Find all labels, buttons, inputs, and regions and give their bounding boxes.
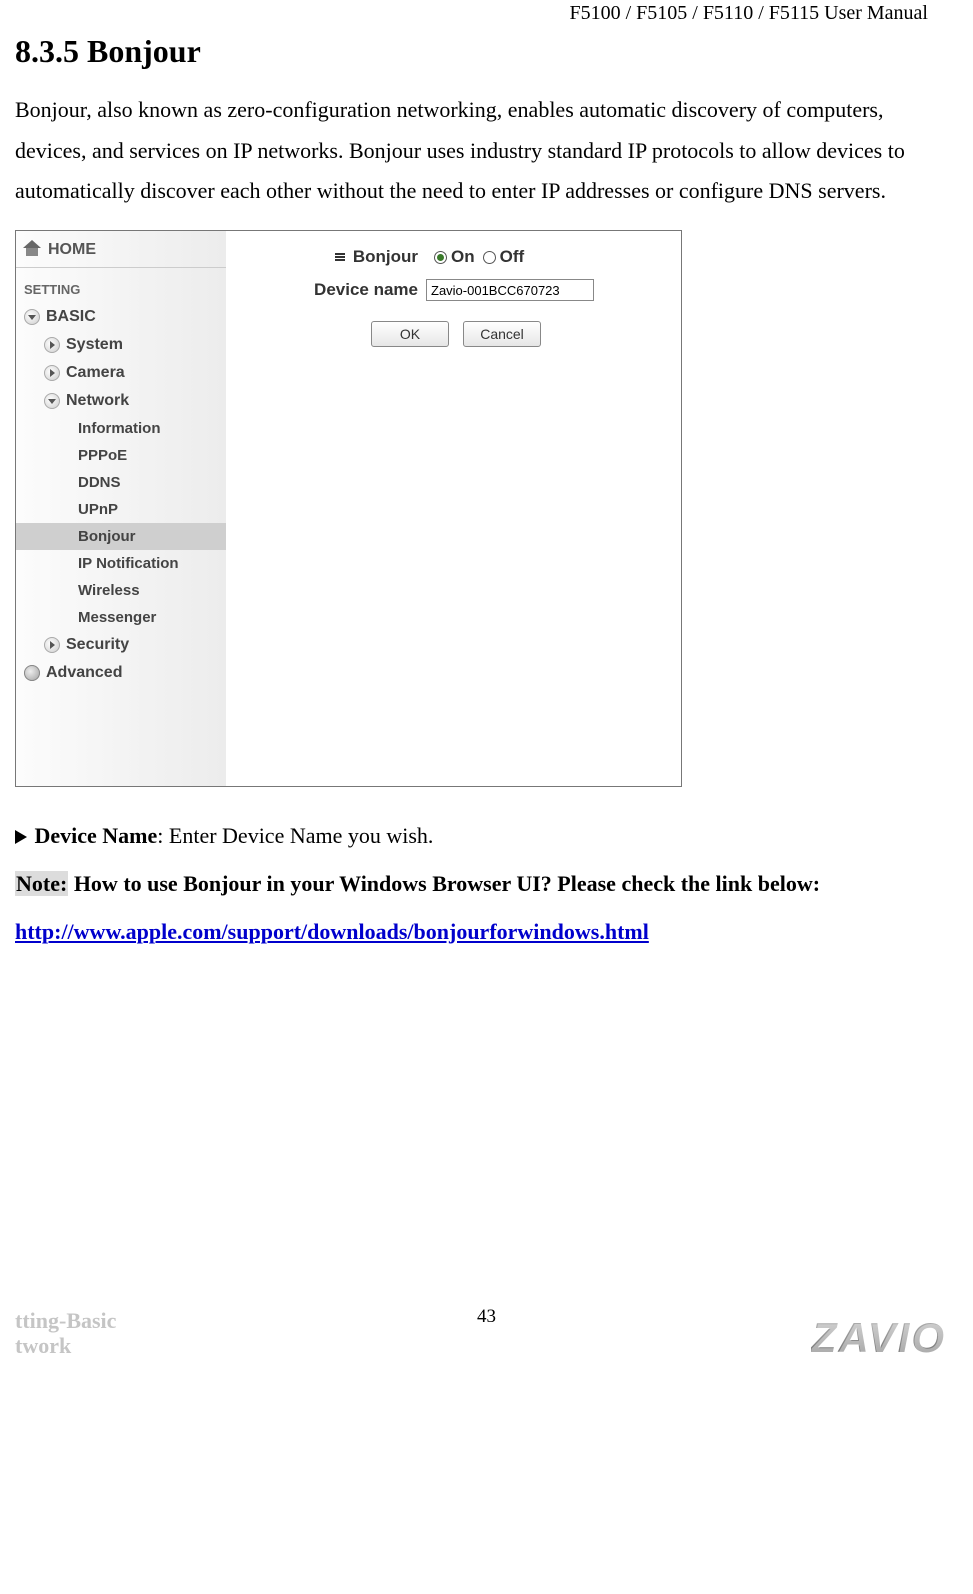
sidebar-item-pppoe[interactable]: PPPoE — [16, 442, 226, 469]
device-name-row: Device name — [236, 279, 671, 301]
sidebar-item-ddns[interactable]: DDNS — [16, 469, 226, 496]
sidebar-home[interactable]: HOME — [16, 231, 226, 268]
sidebar-item-wireless[interactable]: Wireless — [16, 577, 226, 604]
device-name-label: Device name — [314, 280, 418, 300]
note-chip: Note: — [15, 871, 68, 896]
sidebar-basic[interactable]: BASIC — [16, 303, 226, 331]
sidebar-item-ip-notification[interactable]: IP Notification — [16, 550, 226, 577]
device-name-note: Device Name: Enter Device Name you wish. — [15, 815, 958, 857]
ok-button[interactable]: OK — [371, 321, 449, 347]
home-icon — [24, 242, 42, 258]
device-name-note-bold: Device Name — [35, 823, 158, 848]
sidebar-item-label: IP Notification — [78, 555, 179, 572]
bonjour-row: Bonjour On Off — [236, 247, 671, 267]
device-name-note-rest: : Enter Device Name you wish. — [157, 823, 433, 848]
chevron-right-icon — [44, 337, 60, 353]
chevron-right-icon — [44, 365, 60, 381]
sidebar-advanced[interactable]: Advanced — [16, 659, 226, 687]
bonjour-download-link[interactable]: http://www.apple.com/support/downloads/b… — [15, 919, 649, 944]
sidebar-item-label: System — [66, 336, 123, 354]
radio-off[interactable] — [483, 251, 496, 264]
chevron-down-icon — [44, 393, 60, 409]
home-label: HOME — [48, 241, 96, 259]
note-text: How to use Bonjour in your Windows Brows… — [68, 871, 820, 896]
brand-logo: ZAVIO — [811, 1314, 946, 1362]
radio-on-label: On — [451, 247, 475, 267]
note-line: Note: How to use Bonjour in your Windows… — [15, 863, 958, 905]
manual-header: F5100 / F5105 / F5110 / F5115 User Manua… — [15, 0, 958, 25]
section-title: 8.3.5 Bonjour — [15, 33, 958, 70]
sidebar-item-label: Information — [78, 420, 161, 437]
sidebar-item-label: DDNS — [78, 474, 121, 491]
radio-on[interactable] — [434, 251, 447, 264]
bullet-icon — [15, 830, 27, 844]
sidebar-item-label: Bonjour — [78, 528, 136, 545]
sidebar-item-security[interactable]: Security — [16, 631, 226, 659]
sidebar-item-label: Security — [66, 636, 129, 654]
footer-watermark-line2: twork — [15, 1333, 116, 1358]
sidebar-item-information[interactable]: Information — [16, 415, 226, 442]
cancel-button[interactable]: Cancel — [463, 321, 541, 347]
page-footer: tting-Basic twork 43 ZAVIO — [15, 1292, 958, 1362]
main-panel: Bonjour On Off Device name OK Cancel — [226, 231, 681, 363]
sidebar-item-camera[interactable]: Camera — [16, 359, 226, 387]
sidebar-advanced-label: Advanced — [46, 664, 122, 682]
chevron-right-icon — [44, 637, 60, 653]
menu-icon — [335, 256, 345, 258]
sidebar-item-label: PPPoE — [78, 447, 127, 464]
sidebar-item-bonjour[interactable]: Bonjour — [16, 523, 226, 550]
sidebar-item-network[interactable]: Network — [16, 387, 226, 415]
sidebar-item-messenger[interactable]: Messenger — [16, 604, 226, 631]
sidebar-item-system[interactable]: System — [16, 331, 226, 359]
chevron-down-icon — [24, 309, 40, 325]
button-row: OK Cancel — [286, 321, 626, 347]
device-name-input[interactable] — [426, 279, 594, 301]
embedded-ui: HOME SETTING BASIC System Camera Network… — [15, 230, 682, 787]
sidebar-item-upnp[interactable]: UPnP — [16, 496, 226, 523]
sidebar-item-label: Wireless — [78, 582, 140, 599]
sidebar-basic-label: BASIC — [46, 308, 96, 326]
gear-icon — [24, 665, 40, 681]
sidebar-setting-header: SETTING — [16, 268, 226, 303]
radio-off-label: Off — [500, 247, 525, 267]
sidebar-item-label: Camera — [66, 364, 125, 382]
sidebar-item-label: Messenger — [78, 609, 156, 626]
sidebar: HOME SETTING BASIC System Camera Network… — [16, 231, 226, 786]
bonjour-label: Bonjour — [353, 247, 418, 267]
sidebar-item-label: UPnP — [78, 501, 118, 518]
section-intro: Bonjour, also known as zero-configuratio… — [15, 90, 958, 212]
sidebar-item-label: Network — [66, 392, 129, 410]
